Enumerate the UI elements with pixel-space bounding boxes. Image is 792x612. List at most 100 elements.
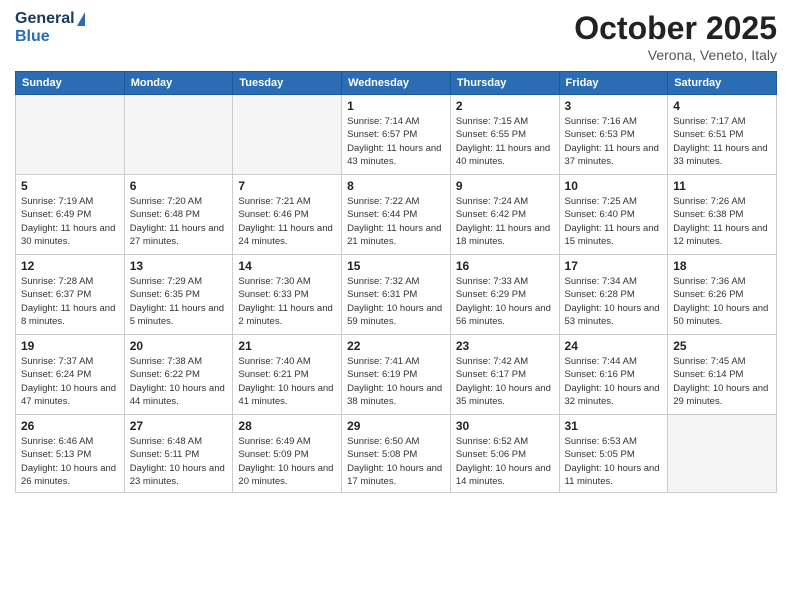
day-number: 27: [130, 419, 228, 433]
day-number: 30: [456, 419, 554, 433]
table-row: 8Sunrise: 7:22 AM Sunset: 6:44 PM Daylig…: [342, 175, 451, 255]
table-row: 3 Sunrise: 7:16 AM Sunset: 6:53 PM Daylig…: [559, 95, 668, 175]
table-row: 29 Sunrise: 6:50 AM Sunset: 5:08 PM Dayli…: [342, 415, 451, 493]
table-row: 12 Sunrise: 7:28 AM Sunset: 6:37 PM Dayli…: [16, 255, 125, 335]
table-row: [668, 415, 777, 493]
table-row: [124, 95, 233, 175]
calendar-week-row: 26 Sunrise: 6:46 AM Sunset: 5:13 PM Dayli…: [16, 415, 777, 493]
table-row: 18Sunrise: 7:36 AM Sunset: 6:26 PM Dayli…: [668, 255, 777, 335]
day-detail: Sunrise: 7:36 AM Sunset: 6:26 PM Dayligh…: [673, 275, 771, 328]
day-number: 22: [347, 339, 445, 353]
table-row: 6 Sunrise: 7:20 AM Sunset: 6:48 PM Daylig…: [124, 175, 233, 255]
table-row: 11 Sunrise: 7:26 AM Sunset: 6:38 PM Dayli…: [668, 175, 777, 255]
page-container: General Blue October 2025 Verona, Veneto…: [0, 0, 792, 503]
logo: General Blue: [15, 10, 87, 46]
col-monday: Monday: [124, 72, 233, 95]
day-detail: Sunrise: 7:26 AM Sunset: 6:38 PM Dayligh…: [673, 195, 771, 248]
day-detail: Sunrise: 6:52 AM Sunset: 5:06 PM Dayligh…: [456, 435, 554, 488]
day-number: 11: [673, 179, 771, 193]
day-detail: Sunrise: 7:16 AM Sunset: 6:53 PM Dayligh…: [565, 115, 663, 168]
day-detail: Sunrise: 7:28 AM Sunset: 6:37 PM Dayligh…: [21, 275, 119, 328]
day-detail: Sunrise: 7:21 AM Sunset: 6:46 PM Dayligh…: [238, 195, 336, 248]
day-number: 19: [21, 339, 119, 353]
table-row: 15 Sunrise: 7:32 AM Sunset: 6:31 PM Dayli…: [342, 255, 451, 335]
table-row: 5 Sunrise: 7:19 AM Sunset: 6:49 PM Daylig…: [16, 175, 125, 255]
calendar-header-row: Sunday Monday Tuesday Wednesday Thursday…: [16, 72, 777, 95]
day-detail: Sunrise: 7:24 AM Sunset: 6:42 PM Dayligh…: [456, 195, 554, 248]
day-detail: Sunrise: 7:30 AM Sunset: 6:33 PM Dayligh…: [238, 275, 336, 328]
day-number: 7: [238, 179, 336, 193]
calendar-week-row: 1 Sunrise: 7:14 AM Sunset: 6:57 PM Daylig…: [16, 95, 777, 175]
day-number: 9: [456, 179, 554, 193]
day-detail: Sunrise: 7:17 AM Sunset: 6:51 PM Dayligh…: [673, 115, 771, 168]
location-subtitle: Verona, Veneto, Italy: [574, 47, 777, 63]
table-row: 9 Sunrise: 7:24 AM Sunset: 6:42 PM Daylig…: [450, 175, 559, 255]
table-row: 16Sunrise: 7:33 AM Sunset: 6:29 PM Dayli…: [450, 255, 559, 335]
col-sunday: Sunday: [16, 72, 125, 95]
day-detail: Sunrise: 7:37 AM Sunset: 6:24 PM Dayligh…: [21, 355, 119, 408]
logo-general-text: General: [15, 10, 75, 28]
table-row: 20Sunrise: 7:38 AM Sunset: 6:22 PM Dayli…: [124, 335, 233, 415]
day-number: 26: [21, 419, 119, 433]
day-detail: Sunrise: 7:29 AM Sunset: 6:35 PM Dayligh…: [130, 275, 228, 328]
day-detail: Sunrise: 7:40 AM Sunset: 6:21 PM Dayligh…: [238, 355, 336, 408]
table-row: 4 Sunrise: 7:17 AM Sunset: 6:51 PM Daylig…: [668, 95, 777, 175]
day-detail: Sunrise: 7:20 AM Sunset: 6:48 PM Dayligh…: [130, 195, 228, 248]
col-thursday: Thursday: [450, 72, 559, 95]
logo-triangle-icon: [77, 12, 85, 26]
day-number: 14: [238, 259, 336, 273]
table-row: 10 Sunrise: 7:25 AM Sunset: 6:40 PM Dayli…: [559, 175, 668, 255]
table-row: 1 Sunrise: 7:14 AM Sunset: 6:57 PM Daylig…: [342, 95, 451, 175]
table-row: 26 Sunrise: 6:46 AM Sunset: 5:13 PM Dayli…: [16, 415, 125, 493]
table-row: 19 Sunrise: 7:37 AM Sunset: 6:24 PM Dayli…: [16, 335, 125, 415]
day-detail: Sunrise: 7:38 AM Sunset: 6:22 PM Dayligh…: [130, 355, 228, 408]
logo-blue-text: Blue: [15, 28, 50, 45]
day-detail: Sunrise: 7:22 AM Sunset: 6:44 PM Dayligh…: [347, 195, 445, 248]
day-number: 1: [347, 99, 445, 113]
day-number: 15: [347, 259, 445, 273]
day-number: 17: [565, 259, 663, 273]
day-detail: Sunrise: 7:32 AM Sunset: 6:31 PM Dayligh…: [347, 275, 445, 328]
table-row: [16, 95, 125, 175]
month-title: October 2025: [574, 10, 777, 47]
day-number: 25: [673, 339, 771, 353]
col-tuesday: Tuesday: [233, 72, 342, 95]
day-number: 3: [565, 99, 663, 113]
day-number: 28: [238, 419, 336, 433]
table-row: 13 Sunrise: 7:29 AM Sunset: 6:35 PM Dayli…: [124, 255, 233, 335]
day-number: 2: [456, 99, 554, 113]
day-detail: Sunrise: 7:25 AM Sunset: 6:40 PM Dayligh…: [565, 195, 663, 248]
day-number: 6: [130, 179, 228, 193]
table-row: 25Sunrise: 7:45 AM Sunset: 6:14 PM Dayli…: [668, 335, 777, 415]
day-detail: Sunrise: 7:14 AM Sunset: 6:57 PM Dayligh…: [347, 115, 445, 168]
table-row: [233, 95, 342, 175]
table-row: 7 Sunrise: 7:21 AM Sunset: 6:46 PM Daylig…: [233, 175, 342, 255]
day-number: 31: [565, 419, 663, 433]
table-row: 23 Sunrise: 7:42 AM Sunset: 6:17 PM Dayli…: [450, 335, 559, 415]
day-detail: Sunrise: 7:15 AM Sunset: 6:55 PM Dayligh…: [456, 115, 554, 168]
day-number: 4: [673, 99, 771, 113]
day-number: 5: [21, 179, 119, 193]
table-row: 30 Sunrise: 6:52 AM Sunset: 5:06 PM Dayli…: [450, 415, 559, 493]
day-number: 23: [456, 339, 554, 353]
day-detail: Sunrise: 7:34 AM Sunset: 6:28 PM Dayligh…: [565, 275, 663, 328]
table-row: 17 Sunrise: 7:34 AM Sunset: 6:28 PM Dayli…: [559, 255, 668, 335]
col-friday: Friday: [559, 72, 668, 95]
day-number: 12: [21, 259, 119, 273]
day-detail: Sunrise: 6:49 AM Sunset: 5:09 PM Dayligh…: [238, 435, 336, 488]
day-number: 29: [347, 419, 445, 433]
calendar-week-row: 5 Sunrise: 7:19 AM Sunset: 6:49 PM Daylig…: [16, 175, 777, 255]
day-number: 24: [565, 339, 663, 353]
table-row: 28 Sunrise: 6:49 AM Sunset: 5:09 PM Dayli…: [233, 415, 342, 493]
day-number: 21: [238, 339, 336, 353]
day-detail: Sunrise: 6:50 AM Sunset: 5:08 PM Dayligh…: [347, 435, 445, 488]
header: General Blue October 2025 Verona, Veneto…: [15, 10, 777, 63]
day-number: 10: [565, 179, 663, 193]
day-detail: Sunrise: 7:42 AM Sunset: 6:17 PM Dayligh…: [456, 355, 554, 408]
table-row: 31Sunrise: 6:53 AM Sunset: 5:05 PM Dayli…: [559, 415, 668, 493]
day-detail: Sunrise: 6:46 AM Sunset: 5:13 PM Dayligh…: [21, 435, 119, 488]
day-number: 13: [130, 259, 228, 273]
day-number: 16: [456, 259, 554, 273]
table-row: 2 Sunrise: 7:15 AM Sunset: 6:55 PM Daylig…: [450, 95, 559, 175]
day-detail: Sunrise: 7:19 AM Sunset: 6:49 PM Dayligh…: [21, 195, 119, 248]
